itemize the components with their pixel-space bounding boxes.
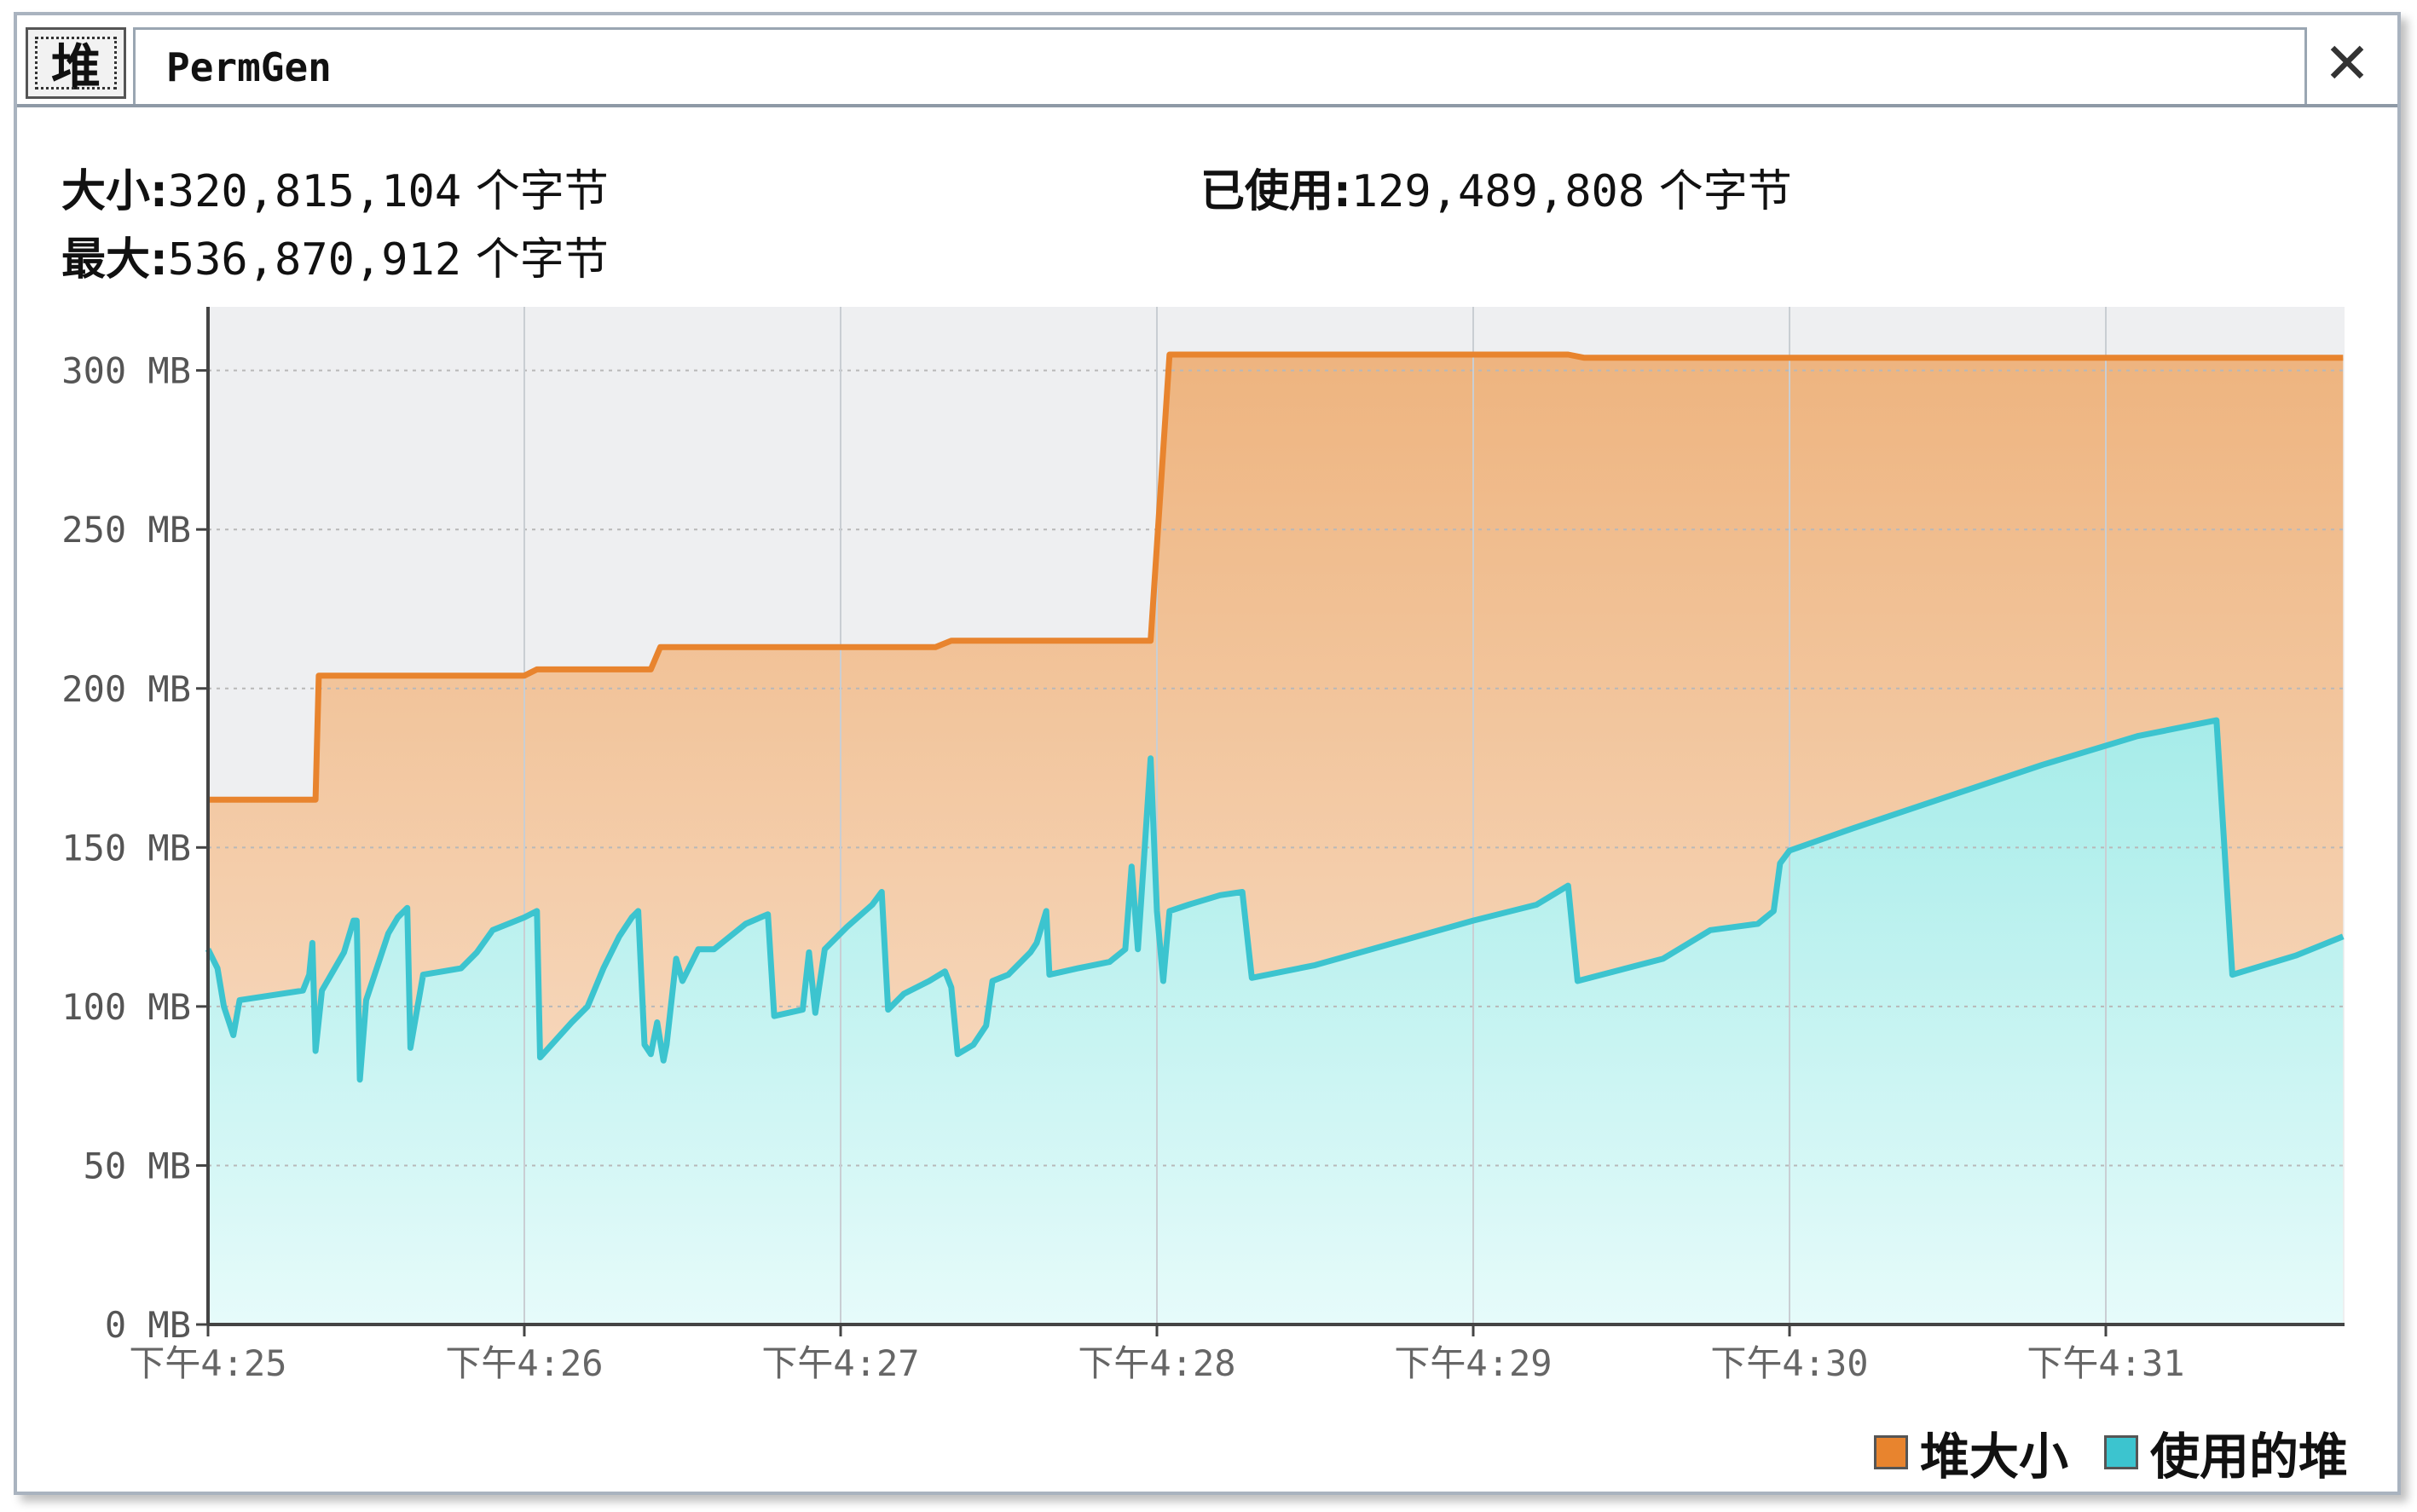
legend-swatch-heap-size (1874, 1435, 1908, 1469)
legend-label-used-heap: 使用的堆 (2150, 1428, 2349, 1486)
heap-chart: 0 MB 50 MB 100 MB 150 MB 200 MB 250 MB 300 MB 下… (61, 307, 2345, 1384)
legend-used-heap: 使用的堆 (2104, 1417, 2348, 1488)
x-tick-label: 下午4:30 (1710, 1342, 1868, 1384)
legend-swatch-used-heap (2104, 1435, 2138, 1469)
y-tick-label: 50 MB (84, 1145, 191, 1186)
y-tick-label: 100 MB (61, 986, 191, 1028)
y-tick-label: 250 MB (61, 509, 191, 551)
x-tick-label: 下午4:27 (761, 1342, 919, 1384)
legend-label-heap-size: 堆大小 (1920, 1428, 2069, 1486)
x-tick-label: 下午4:29 (1394, 1342, 1552, 1384)
x-tick-label: 下午4:26 (445, 1342, 603, 1384)
y-tick-label: 200 MB (61, 668, 191, 710)
x-tick-label: 下午4:25 (129, 1342, 286, 1384)
y-tick-label: 300 MB (61, 350, 191, 392)
y-tick-label: 0 MB (105, 1304, 191, 1346)
x-tick-label: 下午4:28 (1078, 1342, 1235, 1384)
x-tick-label: 下午4:31 (2027, 1342, 2184, 1384)
y-tick-label: 150 MB (61, 827, 191, 869)
legend-heap-size: 堆大小 (1874, 1417, 2068, 1488)
